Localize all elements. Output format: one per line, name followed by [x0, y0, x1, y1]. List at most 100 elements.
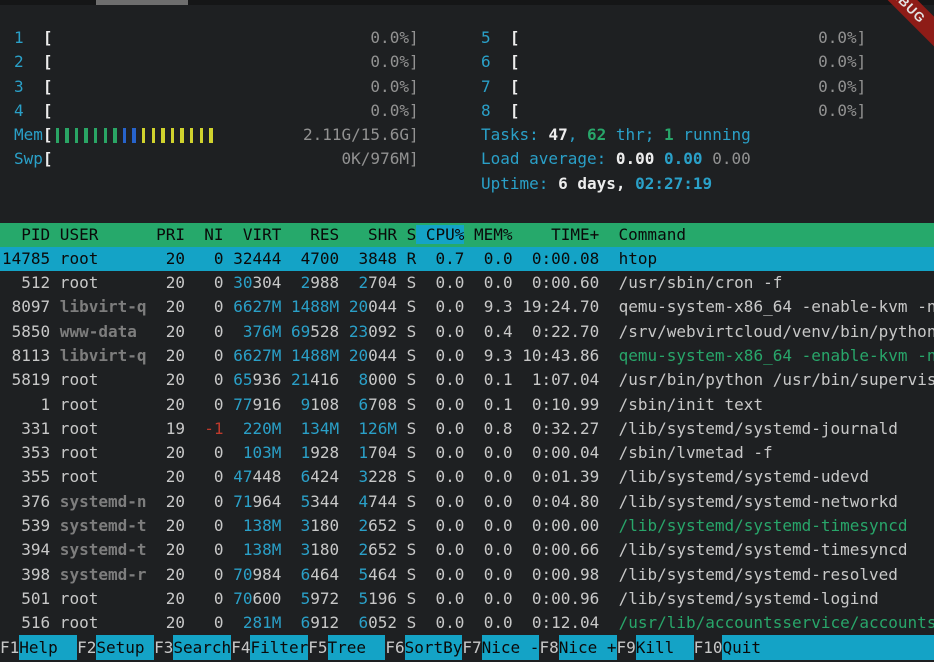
process-row[interactable]: 353 root 20 0 103M 1928 1704 S 0.0 0.0 0… [0, 441, 934, 465]
load-average-segment: 0.00 [616, 149, 664, 168]
fkey-F2[interactable]: F2Setup [77, 635, 154, 660]
process-row[interactable]: 512 root 20 0 30304 2988 2704 S 0.0 0.0 … [0, 271, 934, 295]
process-row[interactable]: 516 root 20 0 281M 6912 6052 S 0.0 0.0 0… [0, 611, 934, 635]
cell-res-value: 416 [310, 370, 339, 389]
meter-fill [53, 26, 371, 50]
column-header-time[interactable]: TIME+ [513, 225, 600, 244]
cell-command: /lib/systemd/systemd-networkd [599, 492, 898, 511]
process-row[interactable]: 355 root 20 0 47448 6424 3228 S 0.0 0.0 … [0, 465, 934, 489]
meter-value: 0.0%] [370, 50, 418, 74]
column-header-ni[interactable]: NI [185, 225, 224, 244]
cell-res: 21416 [281, 370, 339, 389]
cell-shr: 23092 [339, 322, 397, 341]
column-header-pri[interactable]: PRI [147, 225, 186, 244]
process-row[interactable]: 394 systemd-t 20 0 138M 3180 2652 S 0.0 … [0, 538, 934, 562]
cell-shr-value: 744 [368, 492, 397, 511]
cell-virt-value: 103M [243, 443, 282, 462]
cell-state: S [397, 467, 416, 486]
cell-res: 6912 [281, 613, 339, 632]
cell-padding [339, 540, 358, 559]
cell-virt: 30304 [224, 273, 282, 292]
cell-pri: 20 [147, 540, 186, 559]
cell-shr-value: 652 [368, 540, 397, 559]
cell-virt-value: 47 [233, 467, 252, 486]
fkey-number: F6 [385, 635, 404, 660]
column-header-cpu[interactable]: CPU% [416, 225, 464, 244]
process-row[interactable]: 331 root 19 -1 220M 134M 126M S 0.0 0.8 … [0, 417, 934, 441]
fkey-label: Tree [328, 635, 386, 660]
cell-padding [224, 540, 243, 559]
process-row[interactable]: 5819 root 20 0 65936 21416 8000 S 0.0 0.… [0, 368, 934, 392]
process-row[interactable]: 501 root 20 0 70600 5972 5196 S 0.0 0.0 … [0, 587, 934, 611]
cell-user: systemd-t [50, 540, 146, 559]
column-header-command[interactable]: Command [599, 225, 686, 244]
fkey-label: Quit [722, 635, 780, 660]
process-row[interactable]: 376 systemd-n 20 0 71964 5344 4744 S 0.0… [0, 490, 934, 514]
meter-bar-tick [190, 128, 194, 143]
fkey-F6[interactable]: F6SortBy [385, 635, 462, 660]
tasks-summary-segment: , [568, 125, 587, 144]
cell-res-value: 9 [301, 395, 311, 414]
cell-ni: 0 [185, 467, 224, 486]
process-row[interactable]: 8113 libvirt-q 20 0 6627M 1488M 20044 S … [0, 344, 934, 368]
cell-padding [281, 249, 300, 268]
column-header-mem[interactable]: MEM% [464, 225, 512, 244]
cell-pri: 20 [147, 613, 186, 632]
cell-user: root [50, 249, 146, 268]
cell-shr: 20044 [339, 297, 397, 316]
cell-padding [224, 443, 243, 462]
fkey-F9[interactable]: F9Kill [617, 635, 694, 660]
cell-padding [281, 322, 291, 341]
meter-label: 7 [481, 75, 510, 99]
cell-res-value: 1 [301, 443, 311, 462]
cpu-meter-8: 8 [0.0%] [481, 99, 866, 123]
column-header-virt[interactable]: VIRT [224, 225, 282, 244]
uptime-segment: 6 days, [558, 174, 635, 193]
meter-label: Mem [14, 123, 43, 147]
cell-shr: 5464 [339, 565, 397, 584]
scrollbar-thumb[interactable] [96, 0, 188, 5]
process-row[interactable]: 539 systemd-t 20 0 138M 3180 2652 S 0.0 … [0, 514, 934, 538]
column-header-s[interactable]: S [397, 225, 416, 244]
process-row[interactable]: 5850 www-data 20 0 376M 69528 23092 S 0.… [0, 320, 934, 344]
cell-state: S [397, 395, 416, 414]
meter-fill [53, 99, 371, 123]
cell-pri: 20 [147, 443, 186, 462]
cell-shr-value: 6 [358, 395, 368, 414]
process-row[interactable]: 8097 libvirt-q 20 0 6627M 1488M 20044 S … [0, 295, 934, 319]
fkey-F7[interactable]: F7Nice - [462, 635, 539, 660]
column-header-shr[interactable]: SHR [339, 225, 397, 244]
cell-pid: 1 [2, 395, 50, 414]
cell-shr-value: 052 [368, 613, 397, 632]
cell-shr-value: 5 [358, 589, 368, 608]
cell-pid: 394 [2, 540, 50, 559]
cell-res-value: 6 [301, 613, 311, 632]
cell-virt: 138M [224, 540, 282, 559]
process-row[interactable]: 398 systemd-r 20 0 70984 6464 5464 S 0.0… [0, 563, 934, 587]
cell-user: root [50, 443, 146, 462]
cell-time: 0:32.27 [513, 419, 600, 438]
fkey-F4[interactable]: F4Filter [231, 635, 308, 660]
cell-user: root [50, 419, 146, 438]
cell-time: 0:00.96 [513, 589, 600, 608]
cpu-memory-meters-left: 1 [0.0%]2 [0.0%]3 [0.0%]4 [0.0%]Mem[2.11… [14, 26, 419, 172]
cell-padding [224, 516, 243, 535]
process-row[interactable]: 1 root 20 0 77916 9108 6708 S 0.0 0.1 0:… [0, 393, 934, 417]
fkey-F1[interactable]: F1Help [0, 635, 77, 660]
cell-res: 5972 [281, 589, 339, 608]
fkey-F8[interactable]: F8Nice + [539, 635, 616, 660]
meter-bar-tick [180, 128, 184, 143]
fkey-F10[interactable]: F10Quit [694, 635, 781, 660]
fkey-F3[interactable]: F3Search [154, 635, 231, 660]
column-header-user[interactable]: USER [50, 225, 146, 244]
cell-res: 5344 [281, 492, 339, 511]
cell-state: S [397, 273, 416, 292]
fkey-F5[interactable]: F5Tree [308, 635, 385, 660]
cpu-meter-1: 1 [0.0%] [14, 26, 419, 50]
column-header-pid[interactable]: PID [2, 225, 50, 244]
cell-res: 9108 [281, 395, 339, 414]
cell-padding [224, 370, 234, 389]
cell-padding [339, 419, 358, 438]
column-header-res[interactable]: RES [281, 225, 339, 244]
process-row[interactable]: 14785 root 20 0 32444 4700 3848 R 0.7 0.… [0, 247, 934, 271]
